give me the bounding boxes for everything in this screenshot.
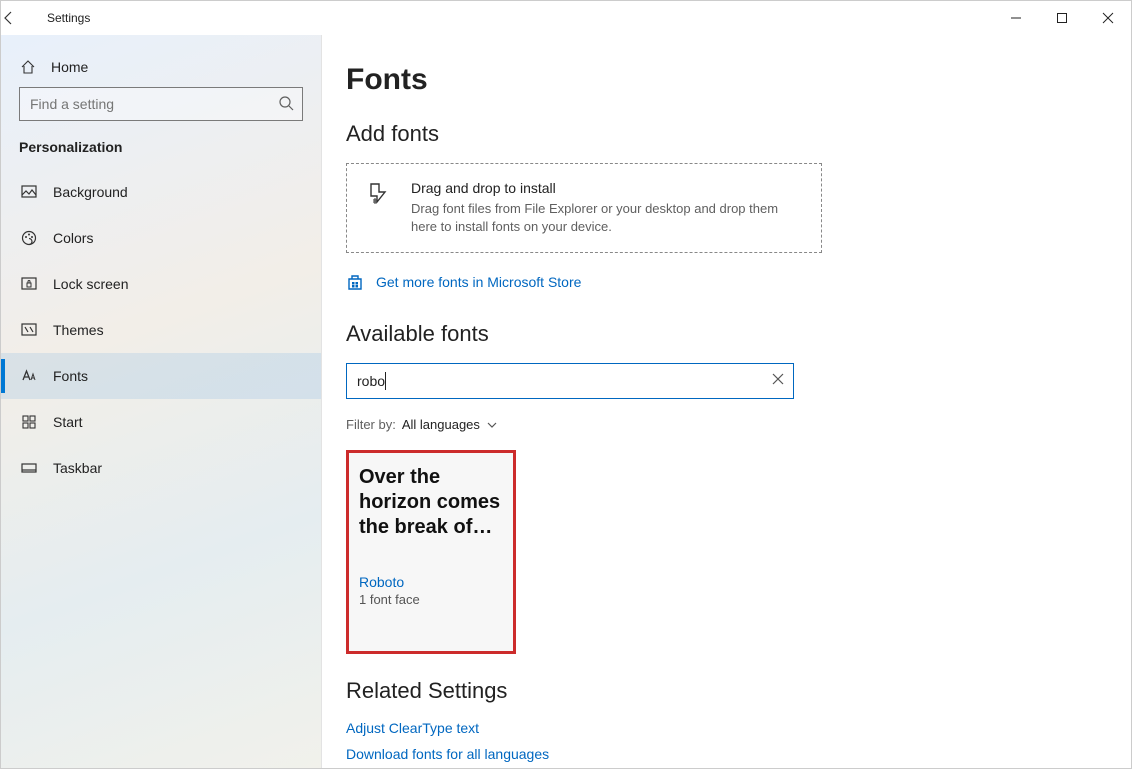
related-settings-heading: Related Settings bbox=[346, 678, 1091, 704]
sidebar-item-label: Fonts bbox=[53, 368, 88, 384]
sidebar-item-lock-screen[interactable]: Lock screen bbox=[1, 261, 321, 307]
drag-drop-icon bbox=[365, 180, 395, 210]
store-link-label: Get more fonts in Microsoft Store bbox=[376, 274, 581, 290]
dropzone-description: Drag font files from File Explorer or yo… bbox=[411, 200, 803, 236]
home-icon bbox=[19, 59, 37, 75]
sidebar: Home Personalization Background Colors Loc… bbox=[1, 35, 322, 768]
link-adjust-cleartype[interactable]: Adjust ClearType text bbox=[346, 720, 1091, 736]
font-dropzone[interactable]: Drag and drop to install Drag font files… bbox=[346, 163, 822, 253]
search-icon bbox=[278, 95, 294, 111]
sidebar-category: Personalization bbox=[1, 139, 321, 169]
sidebar-nav: Background Colors Lock screen Themes Fonts St… bbox=[1, 169, 321, 491]
add-fonts-heading: Add fonts bbox=[346, 121, 1091, 147]
font-card-roboto[interactable]: Over the horizon comes the break of… Rob… bbox=[346, 450, 516, 654]
font-preview-text: Over the horizon comes the break of… bbox=[359, 465, 503, 540]
chevron-down-icon bbox=[486, 419, 498, 431]
taskbar-icon bbox=[19, 459, 39, 477]
minimize-button[interactable] bbox=[993, 1, 1039, 35]
store-icon bbox=[346, 273, 364, 291]
start-icon bbox=[19, 413, 39, 431]
back-button[interactable] bbox=[1, 10, 47, 26]
sidebar-item-fonts[interactable]: Fonts bbox=[1, 353, 321, 399]
sidebar-item-start[interactable]: Start bbox=[1, 399, 321, 445]
link-download-fonts-all-languages[interactable]: Download fonts for all languages bbox=[346, 746, 1091, 762]
settings-search-input[interactable] bbox=[30, 96, 268, 112]
related-settings: Related Settings Adjust ClearType text D… bbox=[346, 678, 1091, 762]
themes-icon bbox=[19, 321, 39, 339]
settings-window: Settings Home bbox=[0, 0, 1132, 769]
page-title: Fonts bbox=[346, 63, 1091, 97]
sidebar-item-label: Themes bbox=[53, 322, 104, 338]
lockscreen-icon bbox=[19, 275, 39, 293]
sidebar-home-label: Home bbox=[51, 59, 88, 75]
main-content: Fonts Add fonts Drag and drop to install… bbox=[322, 35, 1131, 768]
fonts-icon bbox=[19, 367, 39, 385]
filter-label: Filter by: bbox=[346, 417, 396, 432]
sidebar-item-colors[interactable]: Colors bbox=[1, 215, 321, 261]
font-search[interactable]: robo bbox=[346, 363, 794, 399]
filter-value: All languages bbox=[402, 417, 480, 432]
sidebar-item-background[interactable]: Background bbox=[1, 169, 321, 215]
font-face-count: 1 font face bbox=[359, 592, 503, 607]
close-button[interactable] bbox=[1085, 1, 1131, 35]
sidebar-item-taskbar[interactable]: Taskbar bbox=[1, 445, 321, 491]
filter-row[interactable]: Filter by: All languages bbox=[346, 417, 1091, 432]
titlebar: Settings bbox=[1, 1, 1131, 35]
sidebar-item-label: Lock screen bbox=[53, 276, 128, 292]
sidebar-item-label: Colors bbox=[53, 230, 93, 246]
store-link[interactable]: Get more fonts in Microsoft Store bbox=[346, 273, 1091, 291]
maximize-button[interactable] bbox=[1039, 1, 1085, 35]
settings-search[interactable] bbox=[19, 87, 303, 121]
sidebar-home[interactable]: Home bbox=[1, 49, 321, 87]
sidebar-item-label: Taskbar bbox=[53, 460, 102, 476]
available-fonts-heading: Available fonts bbox=[346, 321, 1091, 347]
font-name: Roboto bbox=[359, 574, 503, 590]
window-title: Settings bbox=[47, 11, 90, 25]
sidebar-item-label: Start bbox=[53, 414, 83, 430]
sidebar-item-label: Background bbox=[53, 184, 128, 200]
colors-icon bbox=[19, 229, 39, 247]
background-icon bbox=[19, 183, 39, 201]
sidebar-item-themes[interactable]: Themes bbox=[1, 307, 321, 353]
clear-search-button[interactable] bbox=[771, 372, 785, 386]
dropzone-title: Drag and drop to install bbox=[411, 180, 803, 196]
